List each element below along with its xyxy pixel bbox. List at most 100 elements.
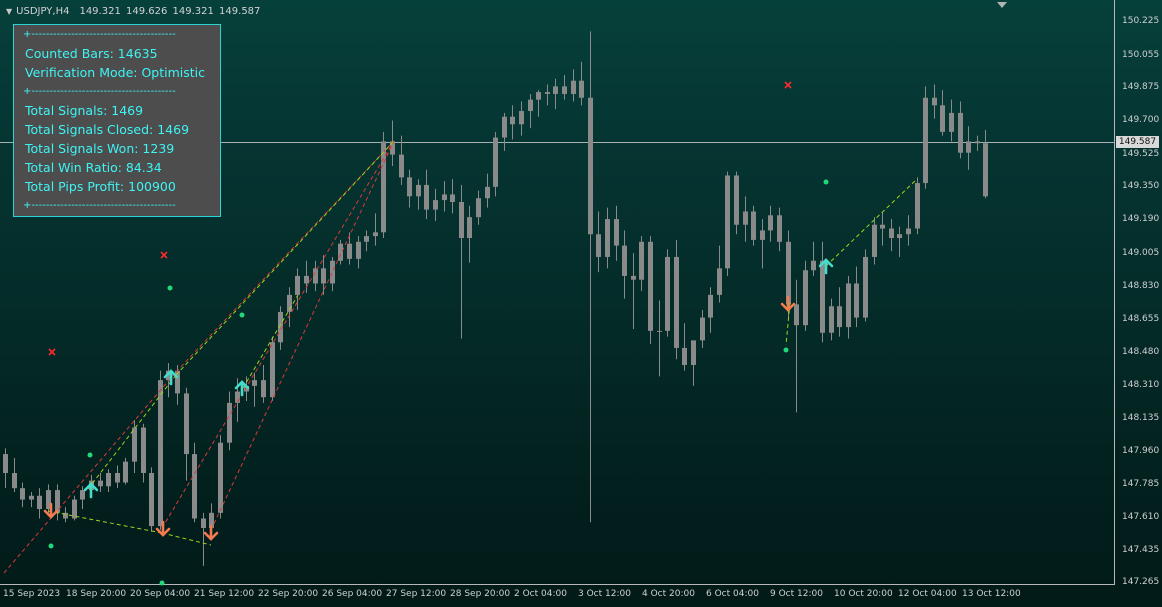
candlestick xyxy=(450,179,455,214)
price-tick-label: 149.525 xyxy=(1122,149,1160,159)
total-pips-profit: Total Pips Profit: 100900 xyxy=(25,179,176,194)
chevron-down-icon[interactable]: ▼ xyxy=(6,7,12,16)
counted-bars: Counted Bars: 14635 xyxy=(25,46,158,61)
candlestick xyxy=(743,196,748,242)
candle-body xyxy=(12,473,17,489)
candle-body xyxy=(115,473,120,483)
price-tick-label: 147.265 xyxy=(1122,577,1160,587)
win-dot-icon xyxy=(167,285,173,291)
candle-body xyxy=(485,186,490,199)
candle-body xyxy=(37,495,42,510)
price-tick-label: 150.055 xyxy=(1122,50,1160,60)
buy-arrow-icon xyxy=(83,482,99,499)
candle-body xyxy=(915,183,920,229)
candle-body xyxy=(347,243,352,259)
candle-body xyxy=(20,488,25,500)
candle-body xyxy=(227,402,232,443)
candle-body xyxy=(777,215,782,242)
candlestick xyxy=(777,207,782,252)
candlestick xyxy=(502,112,507,151)
candle-body xyxy=(983,143,988,197)
time-tick-label: 10 Oct 20:00 xyxy=(834,589,893,599)
candle-body xyxy=(682,347,687,365)
candlestick xyxy=(55,484,60,521)
candlestick xyxy=(476,190,481,225)
candle-body xyxy=(356,241,361,259)
candle-body xyxy=(803,270,808,326)
candlestick xyxy=(123,457,128,485)
candle-body xyxy=(596,234,601,257)
candle-body xyxy=(863,256,868,318)
candlestick xyxy=(459,184,464,339)
total-win-ratio: Total Win Ratio: 84.34 xyxy=(25,160,162,175)
red-trend-line xyxy=(210,140,395,531)
time-tick-label: 26 Sep 04:00 xyxy=(322,589,383,599)
candlestick xyxy=(347,232,352,265)
red-trend-line xyxy=(3,371,177,574)
candlestick xyxy=(889,219,894,252)
price-tick-label: 149.005 xyxy=(1122,248,1160,258)
time-tick-label: 27 Sep 12:00 xyxy=(386,589,447,599)
price-tick-label: 148.830 xyxy=(1122,281,1160,291)
candle-body xyxy=(975,141,980,144)
candle-body xyxy=(631,275,636,280)
candlestick xyxy=(115,465,120,489)
candlestick xyxy=(622,230,627,299)
candle-body xyxy=(923,97,928,184)
candlestick xyxy=(424,169,429,220)
candlestick xyxy=(571,69,576,102)
candlestick xyxy=(553,78,558,110)
candle-body xyxy=(407,177,412,197)
candle-body xyxy=(80,490,85,500)
candlestick xyxy=(588,31,593,523)
candle-body xyxy=(295,275,300,295)
win-dot-icon xyxy=(48,543,54,549)
candlestick xyxy=(734,171,739,235)
candlestick xyxy=(201,512,206,566)
candle-body xyxy=(338,243,343,261)
candle-body xyxy=(123,461,128,483)
candle-body xyxy=(820,260,825,333)
candle-body xyxy=(880,224,885,229)
price-tick-label: 148.655 xyxy=(1122,314,1160,324)
candlestick xyxy=(227,391,232,451)
candle-body xyxy=(605,219,610,257)
candle-body xyxy=(55,490,60,513)
candlestick xyxy=(639,236,644,292)
price-tick-label: 148.480 xyxy=(1122,347,1160,357)
candlestick xyxy=(218,435,223,519)
candlestick xyxy=(846,275,851,339)
candlestick xyxy=(442,181,447,212)
time-tick-label: 13 Oct 12:00 xyxy=(962,589,1021,599)
candle-body xyxy=(846,283,851,328)
candlestick xyxy=(252,372,257,407)
price-axis[interactable]: 150.225 150.055 149.875 149.700 149.525 … xyxy=(1115,0,1162,607)
candlestick xyxy=(811,241,816,276)
candle-body xyxy=(545,92,550,94)
candle-body xyxy=(149,473,154,527)
candle-body xyxy=(536,92,541,100)
candle-body xyxy=(201,518,206,528)
candlestick xyxy=(304,260,309,293)
candle-body xyxy=(467,217,472,239)
symbol-header[interactable]: ▼ USDJPY,H4 149.321 149.626 149.321 149.… xyxy=(6,4,260,18)
verification-mode: Verification Mode: Optimistic xyxy=(25,65,206,80)
candlestick xyxy=(648,236,653,345)
candle-body xyxy=(98,480,103,487)
win-dots xyxy=(48,179,829,586)
candle-body xyxy=(562,86,567,94)
sell-arrow-icon xyxy=(780,295,796,312)
candle-body xyxy=(648,241,653,331)
total-signals-closed: Total Signals Closed: 1469 xyxy=(25,122,190,137)
candle-body xyxy=(184,393,189,455)
chart-shift-marker-icon[interactable] xyxy=(997,2,1007,8)
candlestick xyxy=(407,169,412,208)
total-signals-won: Total Signals Won: 1239 xyxy=(25,141,175,156)
candle-body xyxy=(141,427,146,474)
chart-window[interactable]: ▼ USDJPY,H4 149.321 149.626 149.321 149.… xyxy=(0,0,1162,607)
candle-body xyxy=(321,268,326,284)
candlestick xyxy=(20,482,25,508)
candlestick xyxy=(932,84,937,119)
candle-body xyxy=(158,380,163,527)
candlestick xyxy=(605,207,610,269)
